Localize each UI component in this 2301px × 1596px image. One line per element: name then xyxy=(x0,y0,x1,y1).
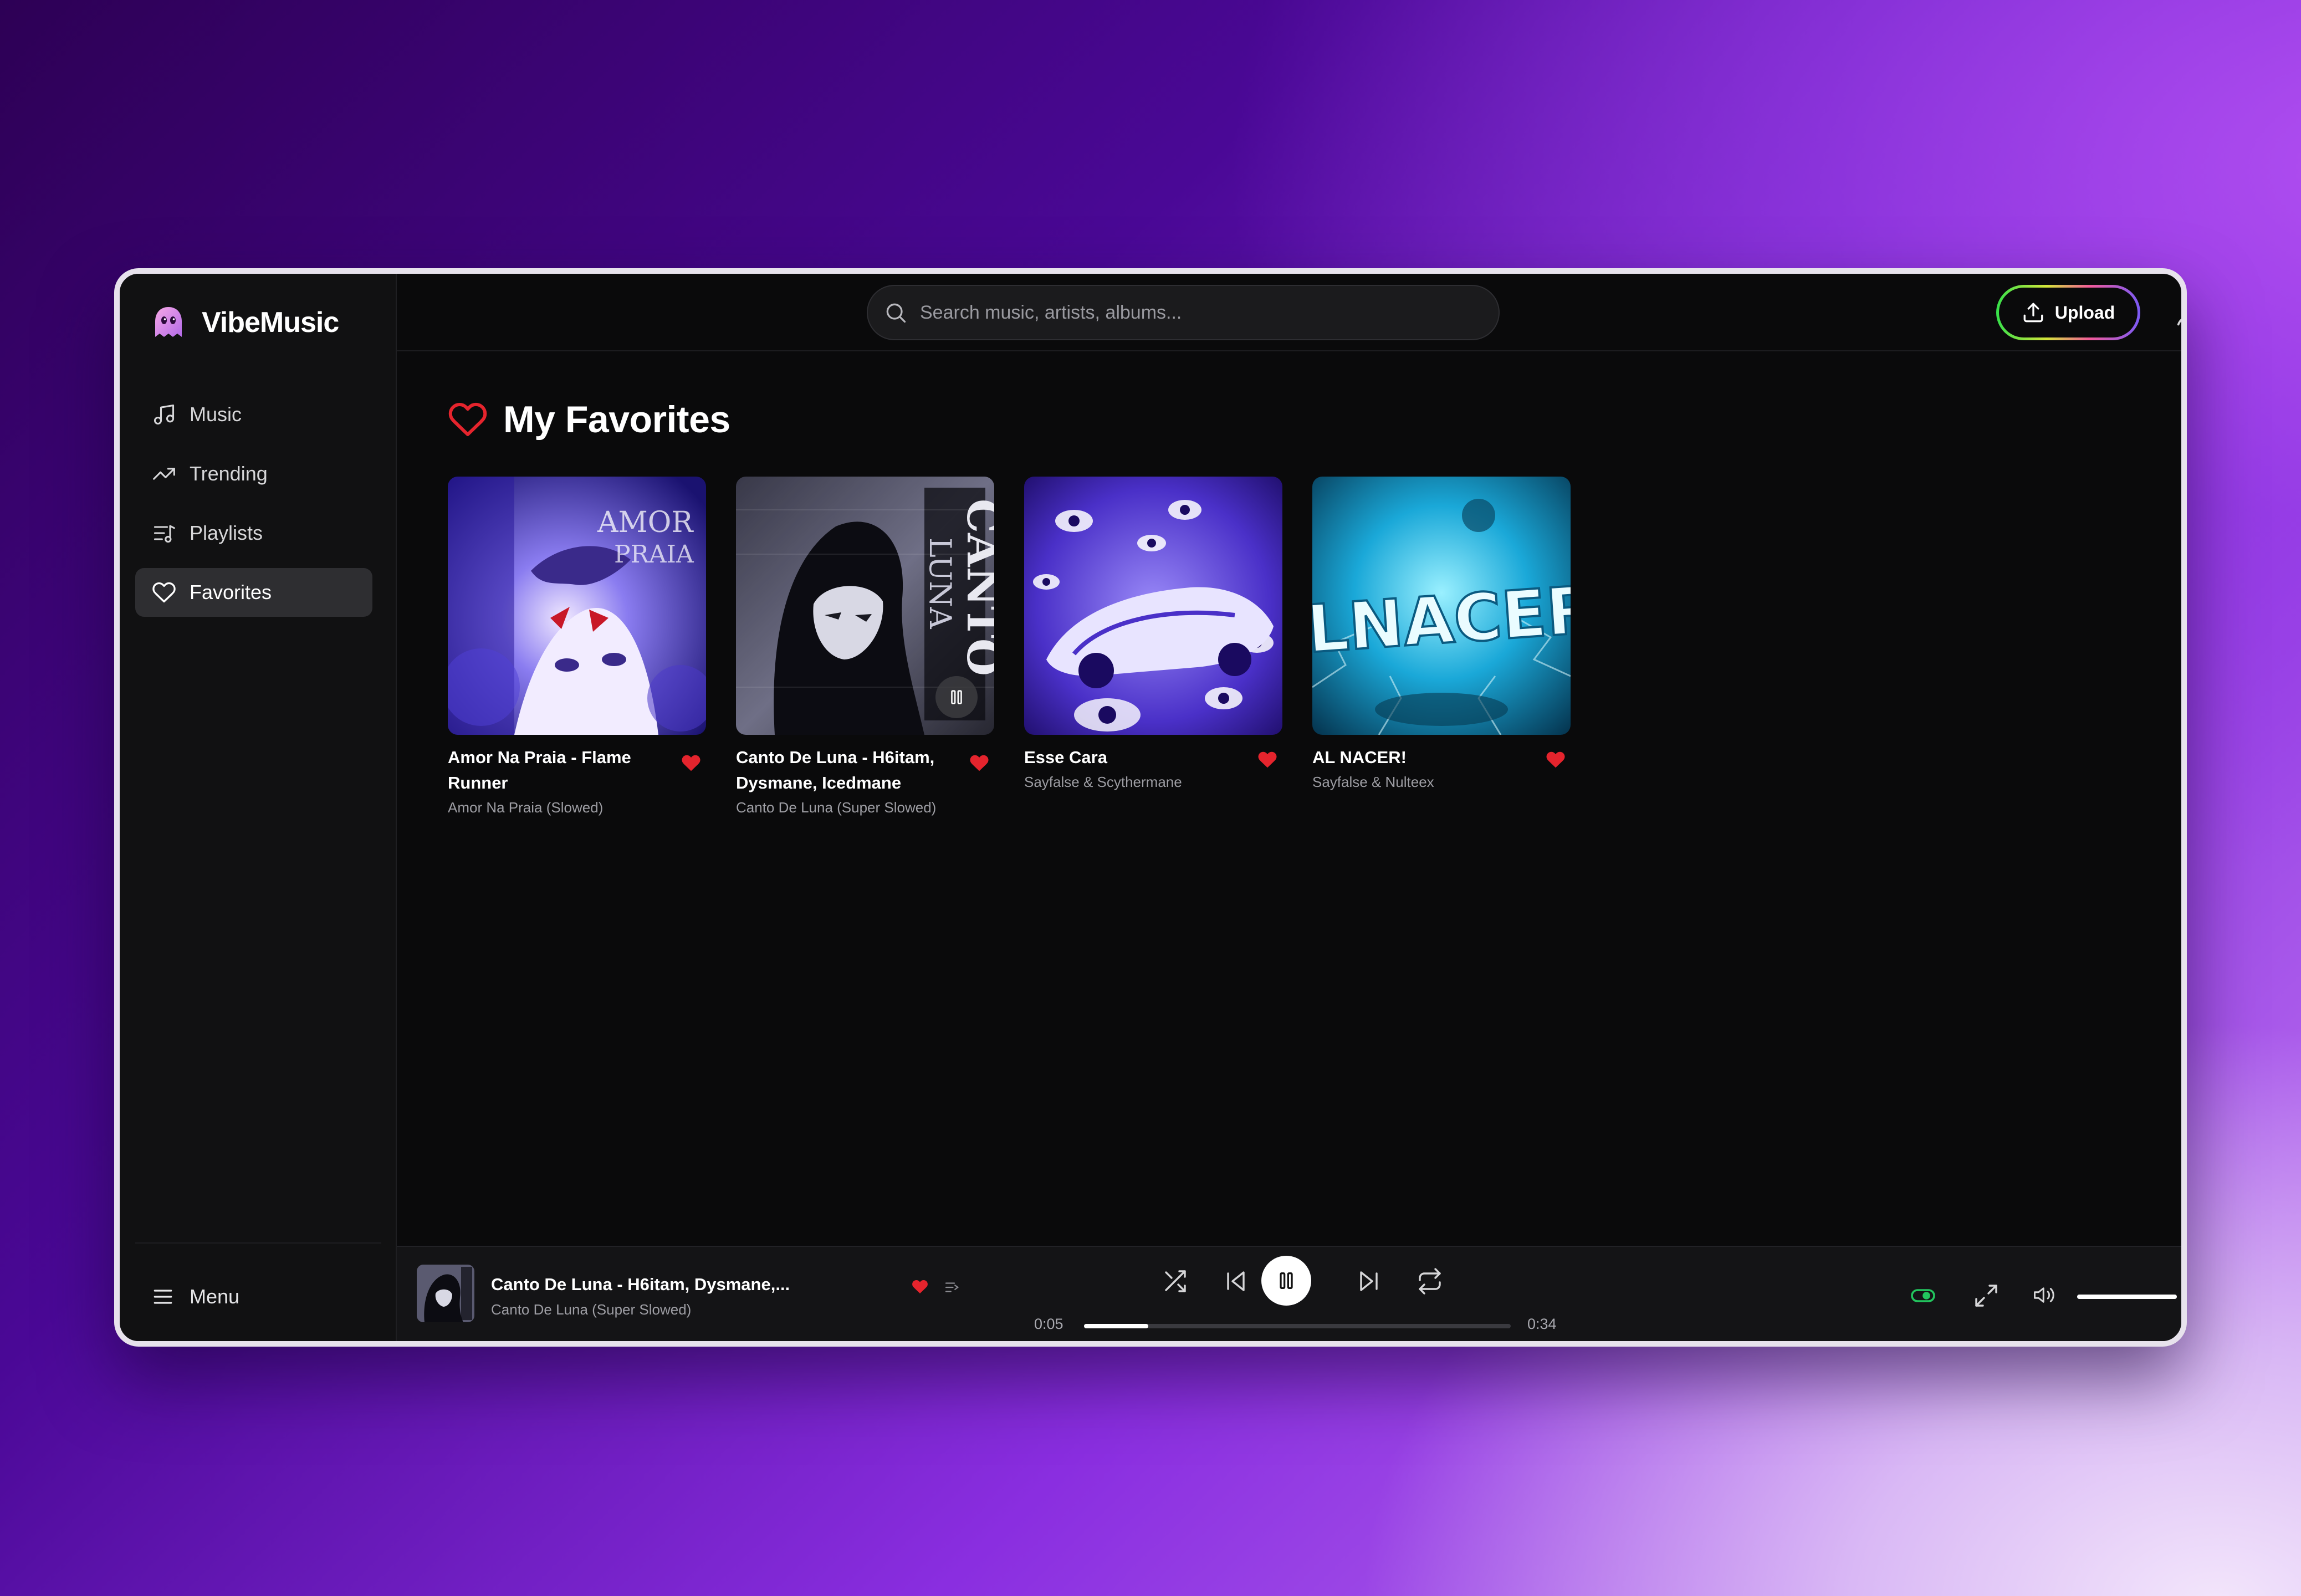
upload-button-inner[interactable]: Upload xyxy=(1999,288,2138,337)
volume-icon[interactable] xyxy=(2033,1283,2056,1307)
card-meta: Canto De Luna - H6itam, Dysmane, Icedman… xyxy=(736,745,994,816)
shuffle-icon[interactable] xyxy=(1162,1268,1188,1295)
favorite-card[interactable]: AMOR PRAIA Amor Na Praia - Flame Runner … xyxy=(448,477,706,816)
user-profile-icon[interactable] xyxy=(2174,299,2187,328)
sidebar-item-label: Favorites xyxy=(190,581,272,603)
main-content: My Favorites AMOR PRAIA Amor Na Praia - … xyxy=(397,352,2181,1246)
now-playing-subtitle: Canto De Luna (Super Slowed) xyxy=(491,1301,692,1318)
card-meta: Amor Na Praia - Flame Runner Amor Na Pra… xyxy=(448,745,706,816)
progress-fill xyxy=(1084,1324,1148,1328)
upload-label: Upload xyxy=(2054,302,2115,323)
heart-outline-icon xyxy=(448,402,487,436)
track-subtitle: Canto De Luna (Super Slowed) xyxy=(736,799,937,816)
page-title: My Favorites xyxy=(503,398,730,441)
sidebar-item-music[interactable]: Music xyxy=(135,390,372,439)
sidebar-item-label: Playlists xyxy=(190,521,263,544)
album-art-image: AMOR PRAIA xyxy=(448,477,706,735)
sidebar-item-label: Music xyxy=(190,403,242,426)
album-art-image: ALNACER! xyxy=(1312,477,1571,735)
album-cover[interactable]: CANTO LUNA xyxy=(736,477,994,735)
sidebar-divider xyxy=(135,1242,381,1244)
heart-filled-icon[interactable] xyxy=(1257,749,1278,770)
album-cover[interactable] xyxy=(1024,477,1282,735)
track-subtitle: Amor Na Praia (Slowed) xyxy=(448,799,604,816)
now-playing-thumbnail[interactable] xyxy=(417,1265,474,1322)
expand-icon[interactable] xyxy=(1973,1282,2000,1309)
track-subtitle: Sayfalse & Nulteex xyxy=(1312,774,1434,790)
card-meta: Esse Cara Sayfalse & Scythermane xyxy=(1024,745,1282,791)
album-cover[interactable]: AMOR PRAIA xyxy=(448,477,706,735)
previous-track-icon[interactable] xyxy=(1223,1268,1249,1295)
sidebar-item-trending[interactable]: Trending xyxy=(135,449,372,498)
player-bar: Canto De Luna - H6itam, Dysmane,... Cant… xyxy=(397,1246,2181,1341)
pause-icon xyxy=(951,690,962,704)
menu-button[interactable]: Menu xyxy=(151,1285,239,1309)
upload-icon xyxy=(2023,303,2043,323)
repeat-icon[interactable] xyxy=(1417,1268,1443,1295)
trending-icon xyxy=(153,468,175,480)
top-bar: Upload xyxy=(397,274,2181,351)
volume-slider[interactable] xyxy=(2077,1295,2177,1299)
favorite-card[interactable]: CANTO LUNA Canto De Luna - H6itam, Dysma… xyxy=(736,477,994,816)
current-time: 0:05 xyxy=(1034,1316,1063,1332)
duration: 0:34 xyxy=(1527,1316,1557,1332)
sidebar-item-label: Trending xyxy=(190,462,268,485)
sidebar: VibeMusic Music Trending Playlists Favor… xyxy=(120,274,397,1341)
now-playing-title[interactable]: Canto De Luna - H6itam, Dysmane,... xyxy=(491,1275,790,1295)
search-bar[interactable] xyxy=(867,285,1500,340)
heart-filled-icon[interactable] xyxy=(969,753,990,774)
app-name: VibeMusic xyxy=(202,306,339,339)
upload-button[interactable]: Upload xyxy=(1996,285,2140,340)
svg-text:AMOR: AMOR xyxy=(597,506,694,539)
search-icon xyxy=(886,303,906,323)
brand[interactable]: VibeMusic xyxy=(151,300,339,345)
album-art-image xyxy=(1024,477,1282,735)
heart-filled-icon[interactable] xyxy=(681,753,702,774)
album-cover[interactable]: ALNACER! xyxy=(1312,477,1571,735)
add-to-queue-icon[interactable] xyxy=(943,1279,960,1296)
app-window: VibeMusic Music Trending Playlists Favor… xyxy=(114,268,2187,1347)
playing-indicator[interactable] xyxy=(935,676,978,718)
search-input[interactable] xyxy=(920,301,1463,324)
toggle-switch-icon[interactable] xyxy=(1910,1282,1936,1309)
track-title[interactable]: Canto De Luna - H6itam, Dysmane, Icedman… xyxy=(736,745,955,796)
hamburger-menu-icon xyxy=(154,1290,172,1304)
svg-text:LUNA: LUNA xyxy=(923,538,958,630)
track-title[interactable]: AL NACER! xyxy=(1312,745,1532,770)
sidebar-item-favorites[interactable]: Favorites xyxy=(135,568,372,617)
pause-icon xyxy=(1280,1272,1293,1289)
page-heading: My Favorites xyxy=(448,398,730,441)
heart-icon xyxy=(152,582,176,603)
now-playing-art-image xyxy=(417,1265,474,1322)
track-title[interactable]: Esse Cara xyxy=(1024,745,1244,770)
sidebar-item-playlists[interactable]: Playlists xyxy=(135,509,372,557)
sidebar-nav: Music Trending Playlists Favorites xyxy=(135,390,372,627)
svg-text:CANTO: CANTO xyxy=(957,499,994,676)
track-title[interactable]: Amor Na Praia - Flame Runner xyxy=(448,745,667,796)
volume-fill xyxy=(2077,1295,2177,1299)
playlist-icon xyxy=(154,525,175,543)
heart-filled-icon[interactable] xyxy=(1545,749,1566,770)
favorite-card[interactable]: Esse Cara Sayfalse & Scythermane xyxy=(1024,477,1282,791)
music-note-icon xyxy=(154,404,175,425)
card-meta: AL NACER! Sayfalse & Nulteex xyxy=(1312,745,1571,791)
heart-filled-icon[interactable] xyxy=(911,1278,929,1296)
ghost-logo-icon xyxy=(155,307,182,337)
svg-text:PRAIA: PRAIA xyxy=(614,540,694,569)
next-track-icon[interactable] xyxy=(1356,1268,1382,1295)
favorite-card[interactable]: ALNACER! AL NACER! Sayfalse & Nulteex xyxy=(1312,477,1571,791)
track-subtitle: Sayfalse & Scythermane xyxy=(1024,774,1182,790)
play-pause-button[interactable] xyxy=(1261,1256,1311,1306)
progress-bar[interactable] xyxy=(1084,1324,1511,1328)
menu-label: Menu xyxy=(190,1285,240,1308)
